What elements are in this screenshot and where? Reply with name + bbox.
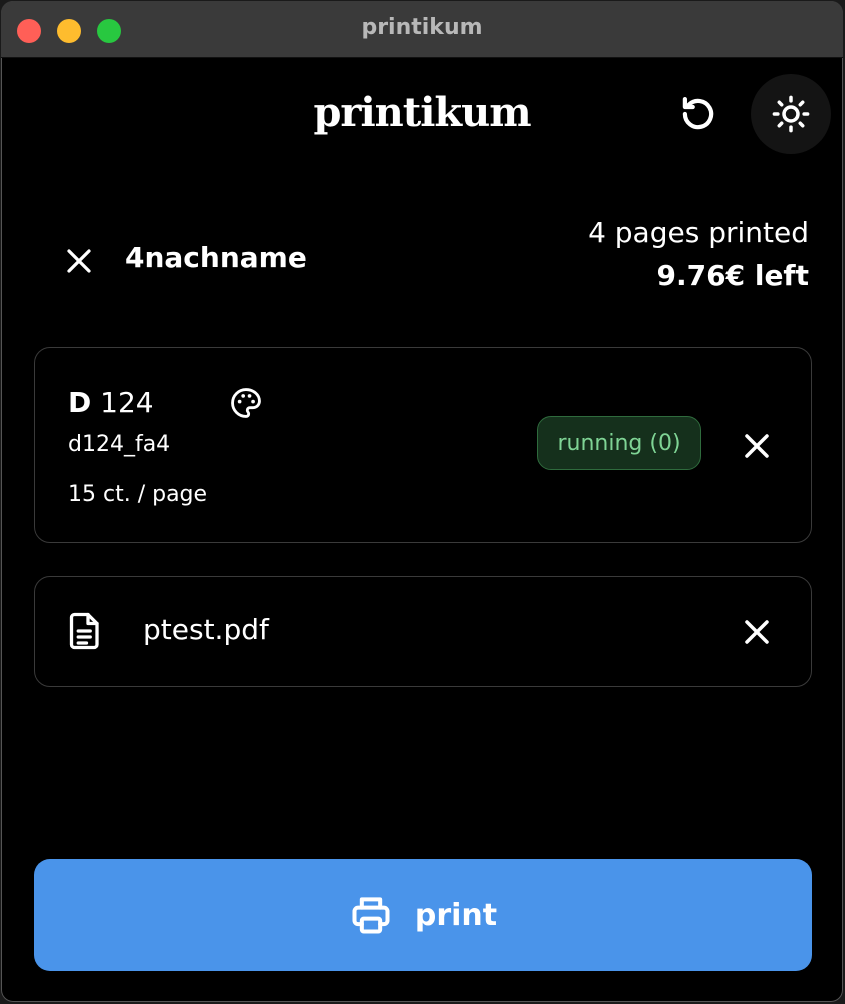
print-button[interactable]: print	[34, 859, 812, 971]
refresh-icon	[682, 97, 714, 130]
printer-status-badge: running (0)	[537, 416, 701, 470]
file-card[interactable]: ptest.pdf	[34, 576, 812, 687]
window-title: printikum	[361, 15, 483, 40]
document-icon	[69, 612, 99, 650]
username: 4nachname	[125, 241, 307, 274]
remove-printer-button[interactable]	[737, 426, 777, 466]
theme-toggle-button[interactable]	[751, 74, 831, 154]
file-name: ptest.pdf	[143, 613, 269, 646]
printer-card[interactable]: D 124 d124_fa4 15 ct. / page running (0)	[34, 347, 812, 543]
printer-room: 124	[100, 386, 154, 419]
app-window: printikum printikum 4nachname 4 pages pr…	[1, 1, 843, 1002]
printer-icon	[352, 897, 390, 934]
close-icon	[67, 249, 91, 273]
file-icon-wrap	[65, 611, 105, 651]
palette-icon	[231, 388, 261, 418]
print-button-label: print	[414, 897, 498, 933]
printer-building: D	[68, 386, 92, 419]
title-bar: printikum	[1, 1, 843, 58]
close-icon	[745, 434, 769, 458]
printer-name: D 124	[68, 386, 154, 419]
balance: 9.76€ left	[656, 259, 809, 292]
close-icon	[745, 620, 769, 644]
printer-price: 15 ct. / page	[68, 482, 208, 507]
printer-id: d124_fa4	[68, 432, 171, 457]
sun-icon	[772, 95, 810, 133]
logout-button[interactable]	[59, 241, 99, 281]
pages-printed-count: 4 pages printed	[588, 216, 809, 249]
refresh-button[interactable]	[673, 89, 723, 139]
remove-file-button[interactable]	[737, 612, 777, 652]
